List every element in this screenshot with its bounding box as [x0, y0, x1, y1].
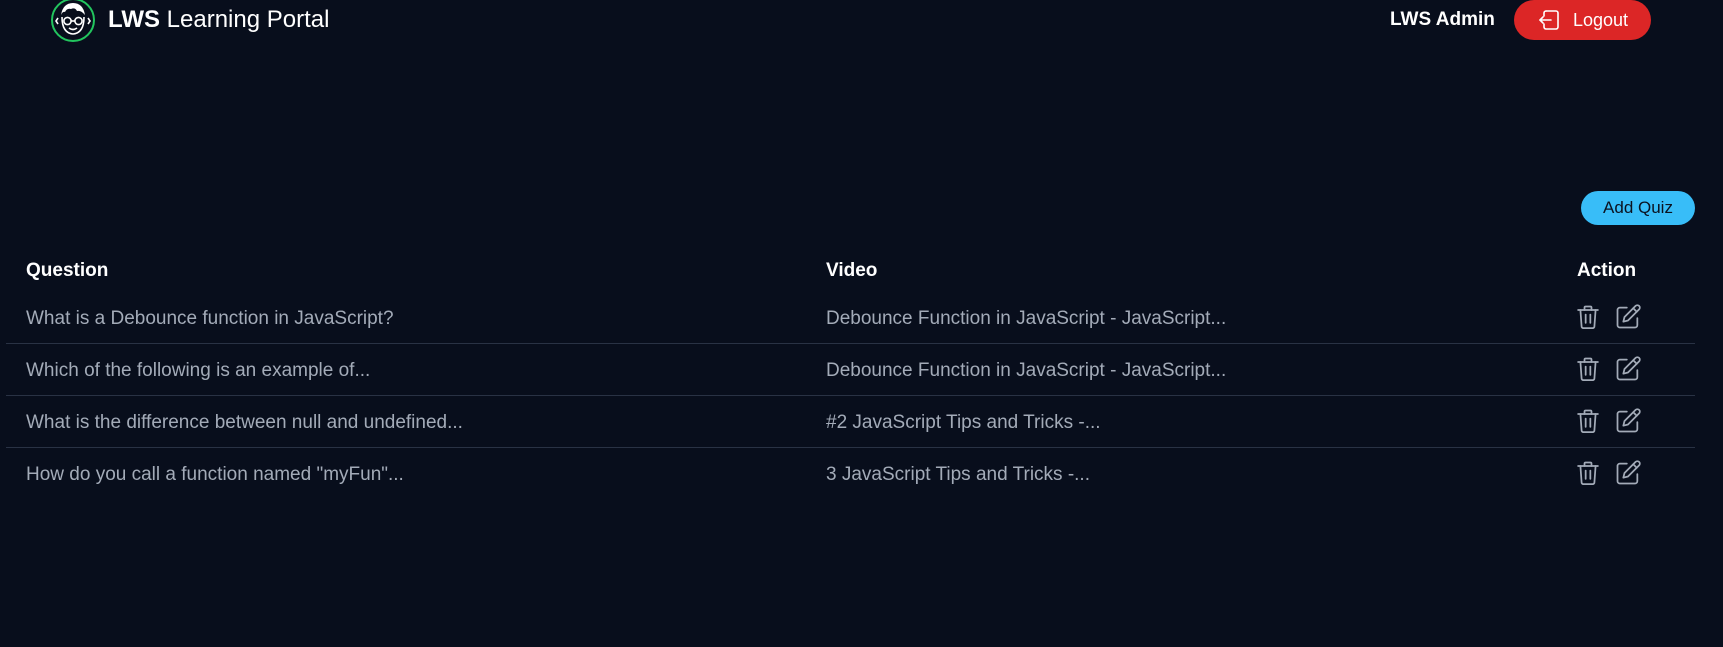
- trash-icon[interactable]: [1574, 407, 1602, 435]
- edit-icon[interactable]: [1614, 303, 1642, 331]
- question-cell: Which of the following is an example of.…: [26, 360, 371, 381]
- brand-title-rest: Learning Portal: [160, 6, 330, 33]
- edit-icon[interactable]: [1614, 407, 1642, 435]
- trash-icon[interactable]: [1574, 303, 1602, 331]
- video-cell: Debounce Function in JavaScript - JavaSc…: [826, 360, 1227, 381]
- logout-label: Logout: [1572, 9, 1629, 30]
- column-header-action: Action: [1577, 260, 1637, 281]
- row-actions: [1574, 303, 1642, 331]
- table-row: Which of the following is an example of.…: [6, 344, 1695, 396]
- brand-title: LWS Learning Portal: [108, 6, 329, 34]
- logout-button[interactable]: Logout: [1514, 0, 1651, 40]
- brand-title-bold: LWS: [108, 6, 160, 33]
- trash-icon[interactable]: [1574, 459, 1602, 487]
- edit-icon[interactable]: [1614, 459, 1642, 487]
- navbar: LWS Learning Portal LWS Admin Logout: [0, 0, 1723, 44]
- question-cell: What is a Debounce function in JavaScrip…: [26, 308, 394, 329]
- table-row: What is a Debounce function in JavaScrip…: [6, 292, 1695, 344]
- row-actions: [1574, 459, 1642, 487]
- video-cell: #2 JavaScript Tips and Tricks -...: [826, 412, 1101, 433]
- video-cell: 3 JavaScript Tips and Tricks -...: [826, 464, 1090, 485]
- row-actions: [1574, 407, 1642, 435]
- video-cell: Debounce Function in JavaScript - JavaSc…: [826, 308, 1227, 329]
- table-row: How do you call a function named "myFun"…: [6, 448, 1695, 499]
- table-row: What is the difference between null and …: [6, 396, 1695, 448]
- trash-icon[interactable]: [1574, 355, 1602, 383]
- logout-icon: [1539, 10, 1559, 30]
- table-header: Question Video Action: [6, 250, 1695, 292]
- question-cell: How do you call a function named "myFun"…: [26, 464, 404, 485]
- quiz-table: Question Video Action What is a Debounce…: [6, 250, 1695, 499]
- column-header-question: Question: [26, 260, 109, 281]
- add-quiz-button[interactable]: Add Quiz: [1581, 191, 1695, 225]
- admin-name: LWS Admin: [1390, 9, 1495, 30]
- column-header-video: Video: [826, 260, 878, 281]
- row-actions: [1574, 355, 1642, 383]
- brand[interactable]: LWS Learning Portal: [50, 0, 329, 43]
- avatar-glasses-icon: [51, 0, 95, 42]
- question-cell: What is the difference between null and …: [26, 412, 463, 433]
- edit-icon[interactable]: [1614, 355, 1642, 383]
